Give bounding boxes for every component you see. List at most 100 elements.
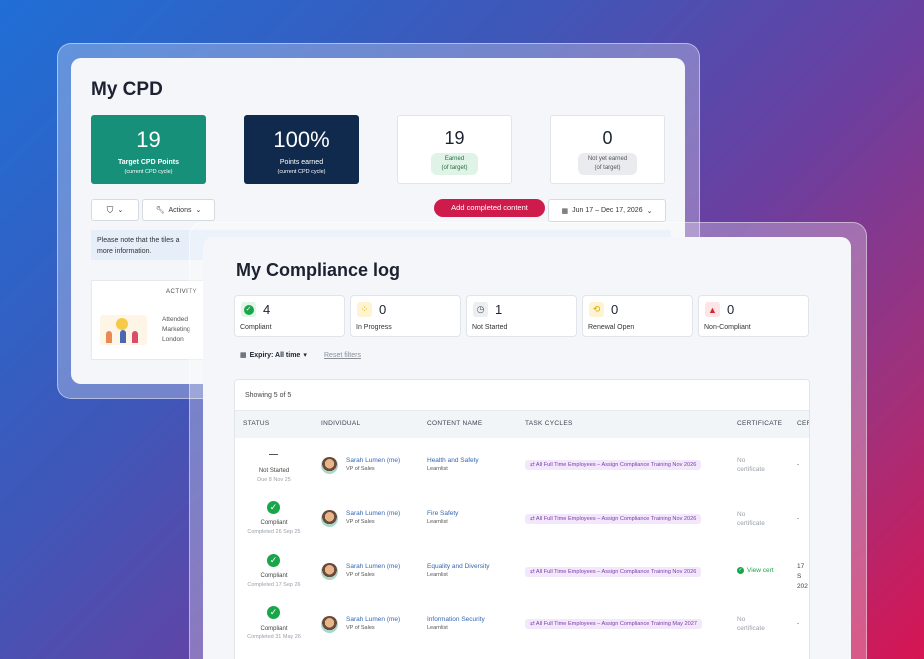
target-points-tile: 19 Target CPD Points (current CPD cycle) [91, 115, 206, 184]
content-name-link[interactable]: Health and Safety [427, 457, 479, 464]
activity-thumbnail [100, 315, 147, 345]
individual-role: VP of Sales [346, 625, 375, 631]
spinner-icon: ⁘ [357, 302, 372, 317]
caret-down-icon: ▾ [303, 352, 307, 359]
individual-name[interactable]: Sarah Lumen (me) [346, 457, 400, 464]
cert-expiry: - [797, 461, 800, 468]
content-provider: Learnlist [427, 572, 448, 578]
content-provider: Learnlist [427, 466, 448, 472]
tile-value: 100% [273, 127, 330, 152]
task-cycle-tag[interactable]: ⇄ All Full Time Employees – Assign Compl… [525, 514, 702, 524]
calendar-icon: ▦ [240, 352, 247, 359]
add-completed-content-button[interactable]: Add completed content [434, 199, 545, 217]
content-name-link[interactable]: Information Security [427, 616, 485, 623]
filter-button[interactable]: ⛉ ⌄ [91, 199, 139, 221]
col-certificate[interactable]: CERTIFICATE [737, 420, 782, 427]
status-date: Completed 17 Sep 26 [247, 582, 301, 588]
stat-count: 0 [727, 302, 735, 317]
check-circle-icon: ✓ [267, 606, 280, 619]
points-earned-tile: 100% Points earned (current CPD cycle) [244, 115, 359, 184]
cert-expiry: - [797, 515, 800, 522]
task-cycle-tag[interactable]: ⇄ All Full Time Employees – Assign Compl… [525, 567, 702, 577]
check-circle-icon: ✓ [241, 302, 256, 317]
view-cert-link[interactable]: ✓ View cert [737, 567, 774, 574]
cert-expiry: - [797, 620, 800, 627]
actions-button[interactable]: 🔧︎ Actions ⌄ [142, 199, 215, 221]
stat-renewal-open[interactable]: ⟲ 0 Renewal Open [582, 295, 693, 337]
wrench-icon: 🔧︎ [155, 207, 165, 214]
avatar [321, 510, 338, 527]
certificate-status: No certificate [737, 457, 765, 473]
status-date: Completed 26 Sep 25 [247, 529, 301, 535]
not-earned-tile: 0 Not yet earned (of target) [550, 115, 665, 184]
calendar-icon: ▦ [561, 207, 569, 215]
chevron-down-icon: ⌄ [646, 207, 653, 215]
col-individual[interactable]: INDIVIDUAL [321, 420, 360, 427]
date-range-picker[interactable]: ▦ Jun 17 – Dec 17, 2026 ⌄ [548, 199, 666, 222]
stat-count: 0 [379, 302, 387, 317]
check-circle-icon: ✓ [267, 501, 280, 514]
stat-non-compliant[interactable]: ▲ 0 Non-Compliant [698, 295, 809, 337]
check-circle-icon: ✓ [737, 567, 744, 574]
stat-in-progress[interactable]: ⁘ 0 In Progress [350, 295, 461, 337]
avatar [321, 616, 338, 633]
col-cert-expiry[interactable]: CER [797, 420, 809, 427]
expiry-filter[interactable]: ▦ Expiry: All time ▾ [240, 351, 307, 360]
tile-value: 19 [136, 127, 161, 152]
stat-not-started[interactable]: ◷ 1 Not Started [466, 295, 577, 337]
cert-expiry: 17 S 202 [797, 563, 808, 590]
status-label: Compliant [260, 626, 288, 632]
individual-name[interactable]: Sarah Lumen (me) [346, 510, 400, 517]
earned-tile: 19 Earned (of target) [397, 115, 512, 184]
content-name-link[interactable]: Equality and Diversity [427, 563, 490, 570]
individual-name[interactable]: Sarah Lumen (me) [346, 616, 400, 623]
tile-value: 0 [602, 128, 613, 148]
earned-pill: Earned (of target) [431, 153, 478, 175]
expiry-label: Expiry: All time [249, 351, 301, 359]
status-label: Compliant [260, 520, 288, 526]
not-earned-pill: Not yet earned (of target) [577, 153, 638, 175]
stat-count: 1 [495, 302, 503, 317]
stat-label: Renewal Open [588, 324, 635, 331]
tile-value: 19 [444, 128, 465, 148]
stat-count: 4 [263, 302, 271, 317]
date-range-label: Jun 17 – Dec 17, 2026 [572, 207, 643, 214]
actions-label: Actions [168, 206, 192, 214]
individual-role: VP of Sales [346, 519, 375, 525]
certificate-status: No certificate [737, 616, 765, 632]
tile-sub: (current CPD cycle) [277, 169, 326, 175]
task-cycle-tag[interactable]: ⇄ All Full Time Employees – Assign Compl… [525, 619, 702, 629]
content-provider: Learnlist [427, 519, 448, 525]
chevron-down-icon: ⌄ [117, 207, 124, 214]
task-cycle-tag[interactable]: ⇄ All Full Time Employees – Assign Compl… [525, 460, 702, 470]
col-content-name[interactable]: CONTENT NAME [427, 420, 482, 427]
check-circle-icon: ✓ [267, 554, 280, 567]
status-label: Not Started [258, 468, 290, 474]
avatar [321, 563, 338, 580]
page-title: My CPD [91, 79, 163, 100]
stat-label: Not Started [472, 324, 508, 331]
stat-label: In Progress [356, 324, 392, 331]
individual-role: VP of Sales [346, 572, 375, 578]
renew-icon: ⟲ [589, 302, 604, 317]
stat-compliant[interactable]: ✓ 4 Compliant [234, 295, 345, 337]
tile-label: Points earned [279, 159, 324, 166]
status-date: Completed 31 May 26 [247, 634, 301, 640]
reset-filters-link[interactable]: Reset filters [324, 352, 361, 359]
col-status[interactable]: STATUS [243, 420, 269, 427]
col-task-cycles[interactable]: TASK CYCLES [525, 420, 573, 427]
filter-icon: ⛉ [106, 204, 114, 215]
tile-sub: (current CPD cycle) [124, 169, 173, 175]
status-date: Due 8 Nov 25 [257, 477, 291, 483]
dash-icon [269, 454, 278, 455]
individual-role: VP of Sales [346, 466, 375, 472]
page-title: My Compliance log [236, 260, 401, 280]
stat-label: Non-Compliant [704, 324, 751, 331]
content-name-link[interactable]: Fire Safety [427, 510, 458, 517]
content-provider: Learnlist [427, 625, 448, 631]
individual-name[interactable]: Sarah Lumen (me) [346, 563, 400, 570]
activity-text: Attended Marketing London [162, 316, 191, 343]
stat-count: 0 [611, 302, 619, 317]
stat-label: Compliant [240, 324, 272, 331]
showing-count: Showing 5 of 5 [245, 392, 292, 399]
